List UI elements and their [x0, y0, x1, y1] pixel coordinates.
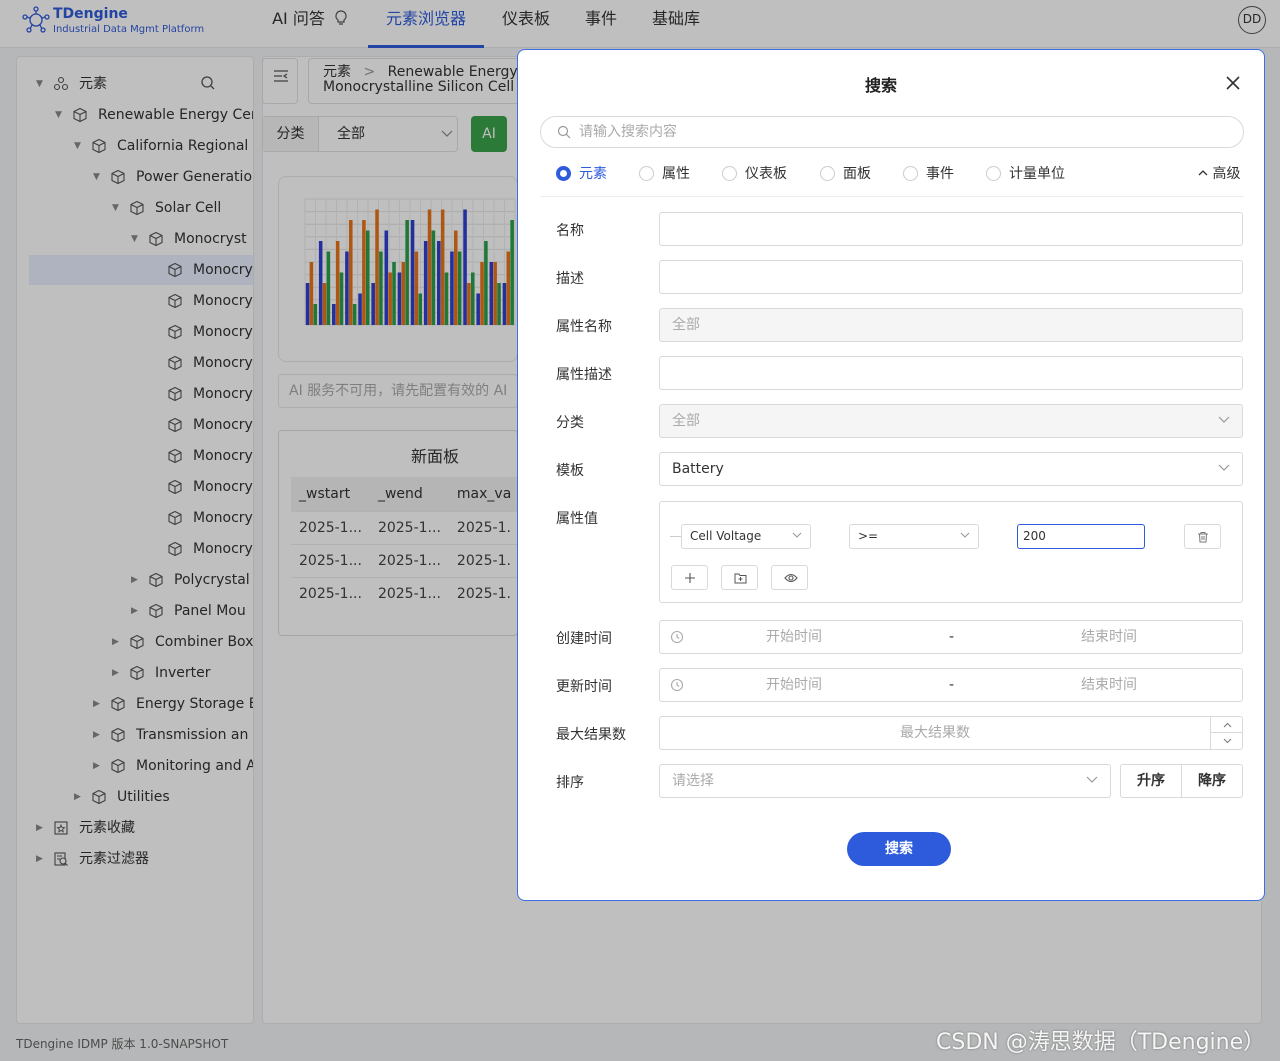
updated-time-label: 更新时间 [556, 679, 612, 695]
attribute-value-input[interactable]: 200 [1017, 524, 1145, 549]
attribute-value-label: 属性值 [556, 511, 598, 527]
eye-icon [784, 573, 798, 583]
search-input[interactable] [579, 117, 1229, 147]
add-condition-button[interactable] [671, 565, 708, 590]
increment-button[interactable] [1210, 717, 1243, 733]
attribute-name-label: 属性名称 [556, 319, 612, 335]
start-time-input[interactable]: 开始时间 [766, 669, 822, 701]
template-label: 模板 [556, 463, 584, 479]
name-label: 名称 [556, 223, 584, 239]
divider [540, 196, 1244, 197]
sort-descending-button[interactable]: 降序 [1181, 764, 1243, 798]
search-icon [557, 125, 571, 139]
delete-condition-button[interactable] [1184, 524, 1221, 549]
description-input[interactable] [659, 260, 1243, 294]
clock-icon [670, 630, 684, 644]
attribute-name-input[interactable]: 全部 [659, 308, 1243, 342]
end-time-input[interactable]: 结束时间 [1081, 621, 1137, 653]
max-results-input[interactable]: 最大结果数 [659, 716, 1243, 750]
preview-button[interactable] [771, 565, 808, 590]
range-separator: - [949, 677, 955, 693]
template-select[interactable]: Battery [659, 452, 1243, 486]
chevron-down-icon [1218, 416, 1230, 423]
chevron-down-icon [960, 532, 970, 538]
chevron-up-icon [1198, 170, 1208, 176]
search-dialog: 搜索 元素 属性 仪表板 面板 事件 计量单位 高级 名称 描述 属性名称 全部… [517, 49, 1265, 901]
search-submit-button[interactable]: 搜索 [847, 832, 951, 866]
category-label: 分类 [556, 415, 584, 431]
range-separator: - [949, 629, 955, 645]
trash-icon [1198, 532, 1208, 543]
chevron-down-icon [792, 532, 802, 538]
category-select[interactable]: 全部 [659, 404, 1243, 438]
watermark: CSDN @涛思数据（TDengine） [936, 1030, 1266, 1055]
sort-label: 排序 [556, 775, 584, 791]
sort-ascending-button[interactable]: 升序 [1120, 764, 1182, 798]
created-time-label: 创建时间 [556, 631, 612, 647]
end-time-input[interactable]: 结束时间 [1081, 669, 1137, 701]
attribute-value-builder: Cell Voltage >= 200 [659, 501, 1243, 603]
attribute-description-input[interactable] [659, 356, 1243, 390]
close-icon[interactable] [1222, 72, 1244, 94]
created-time-range[interactable]: 开始时间 - 结束时间 [659, 620, 1243, 654]
add-group-button[interactable] [721, 565, 758, 590]
chevron-down-icon [1223, 738, 1232, 744]
attribute-select[interactable]: Cell Voltage [681, 524, 811, 549]
operator-select[interactable]: >= [849, 524, 979, 549]
folder-plus-icon [734, 573, 747, 584]
start-time-input[interactable]: 开始时间 [766, 621, 822, 653]
name-input[interactable] [659, 212, 1243, 246]
sort-field-select[interactable]: 请选择 [659, 764, 1111, 798]
plus-icon [685, 573, 695, 583]
search-box [540, 116, 1244, 148]
chevron-down-icon [1086, 776, 1098, 783]
chevron-down-icon [1218, 464, 1230, 471]
chevron-up-icon [1223, 722, 1232, 728]
clock-icon [670, 678, 684, 692]
decrement-button[interactable] [1210, 733, 1243, 749]
advanced-toggle[interactable]: 高级 [1198, 164, 1240, 184]
description-label: 描述 [556, 271, 584, 287]
attribute-description-label: 属性描述 [556, 367, 612, 383]
dialog-title: 搜索 [864, 76, 897, 95]
updated-time-range[interactable]: 开始时间 - 结束时间 [659, 668, 1243, 702]
max-results-label: 最大结果数 [556, 727, 626, 743]
